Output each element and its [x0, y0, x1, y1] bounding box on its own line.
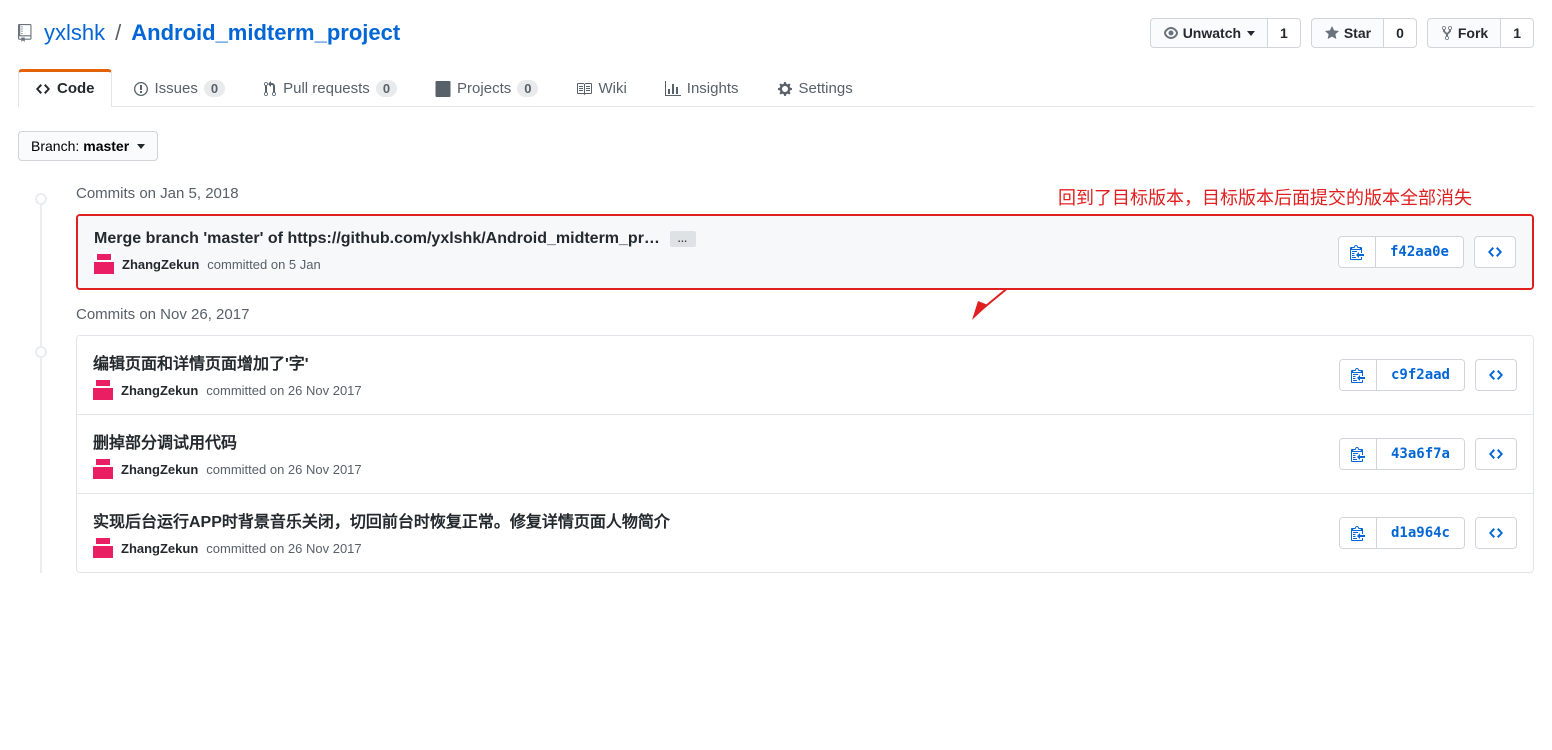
commit-item: 编辑页面和详情页面增加了'字' ZhangZekun committed on …	[77, 336, 1533, 414]
commit-title-link[interactable]: 实现后台运行APP时背景音乐关闭，切回前台时恢复正常。修复详情页面人物简介	[93, 508, 670, 532]
commit-item: 删掉部分调试用代码 ZhangZekun committed on 26 Nov…	[77, 414, 1533, 493]
code-icon	[35, 81, 51, 97]
watch-count[interactable]: 1	[1268, 18, 1301, 48]
repo-title: yxlshk / Android_midterm_project	[18, 20, 400, 46]
gear-icon	[777, 81, 793, 97]
star-icon	[1324, 25, 1340, 41]
commit-title-link[interactable]: 编辑页面和详情页面增加了'字'	[93, 350, 309, 374]
date-heading: Commits on Nov 26, 2017	[76, 306, 1534, 323]
fork-icon	[1440, 25, 1454, 41]
tab-wiki[interactable]: Wiki	[559, 69, 643, 107]
star-count[interactable]: 0	[1384, 18, 1417, 48]
commit-committed-text: committed on 26 Nov 2017	[206, 462, 361, 477]
insights-icon	[665, 81, 681, 97]
date-heading: Commits on Jan 5, 2018	[76, 185, 1534, 202]
tab-insights[interactable]: Insights	[648, 69, 756, 107]
star-button[interactable]: Star	[1311, 18, 1384, 48]
projects-count: 0	[517, 80, 538, 97]
commit-item: Merge branch 'master' of https://github.…	[78, 216, 1532, 288]
tab-code[interactable]: Code	[18, 69, 112, 107]
projects-icon	[435, 81, 451, 97]
timeline-marker	[35, 193, 47, 205]
browse-code-button[interactable]	[1474, 236, 1516, 268]
commit-hash-link[interactable]: d1a964c	[1377, 518, 1464, 548]
pull-request-icon	[263, 81, 277, 97]
commit-hash-link[interactable]: c9f2aad	[1377, 360, 1464, 390]
avatar[interactable]	[93, 380, 113, 400]
commit-title-link[interactable]: Merge branch 'master' of https://github.…	[94, 230, 660, 248]
fork-button[interactable]: Fork	[1427, 18, 1501, 48]
avatar[interactable]	[93, 538, 113, 558]
commit-author-link[interactable]: ZhangZekun	[121, 462, 198, 477]
repo-name-link[interactable]: Android_midterm_project	[131, 20, 400, 45]
commit-author-link[interactable]: ZhangZekun	[122, 257, 199, 272]
tab-projects[interactable]: Projects 0	[418, 69, 555, 107]
commit-author-link[interactable]: ZhangZekun	[121, 383, 198, 398]
eye-icon	[1163, 25, 1179, 41]
commit-committed-text: committed on 26 Nov 2017	[206, 541, 361, 556]
repo-owner-link[interactable]: yxlshk	[44, 20, 105, 46]
commit-item: 实现后台运行APP时背景音乐关闭，切回前台时恢复正常。修复详情页面人物简介 Zh…	[77, 493, 1533, 572]
wiki-icon	[576, 81, 592, 97]
copy-hash-button[interactable]	[1340, 518, 1377, 548]
browse-code-button[interactable]	[1475, 359, 1517, 391]
pulls-count: 0	[376, 80, 397, 97]
branch-select-button[interactable]: Branch: master	[18, 131, 158, 161]
commit-hash-link[interactable]: 43a6f7a	[1377, 439, 1464, 469]
issues-count: 0	[204, 80, 225, 97]
timeline-marker	[35, 346, 47, 358]
commit-author-link[interactable]: ZhangZekun	[121, 541, 198, 556]
expand-message-button[interactable]: …	[670, 231, 696, 247]
browse-code-button[interactable]	[1475, 517, 1517, 549]
avatar[interactable]	[94, 254, 114, 274]
tab-settings[interactable]: Settings	[760, 69, 870, 107]
tab-pulls[interactable]: Pull requests 0	[246, 69, 414, 107]
copy-hash-button[interactable]	[1339, 237, 1376, 267]
fork-count[interactable]: 1	[1501, 18, 1534, 48]
copy-hash-button[interactable]	[1340, 439, 1377, 469]
issues-icon	[133, 81, 149, 97]
commit-hash-link[interactable]: f42aa0e	[1376, 237, 1463, 267]
copy-hash-button[interactable]	[1340, 360, 1377, 390]
commit-committed-text: committed on 5 Jan	[207, 257, 320, 272]
repo-icon	[18, 24, 36, 42]
commit-committed-text: committed on 26 Nov 2017	[206, 383, 361, 398]
tab-issues[interactable]: Issues 0	[116, 69, 243, 107]
commit-title-link[interactable]: 删掉部分调试用代码	[93, 429, 237, 453]
browse-code-button[interactable]	[1475, 438, 1517, 470]
avatar[interactable]	[93, 459, 113, 479]
unwatch-button[interactable]: Unwatch	[1150, 18, 1268, 48]
